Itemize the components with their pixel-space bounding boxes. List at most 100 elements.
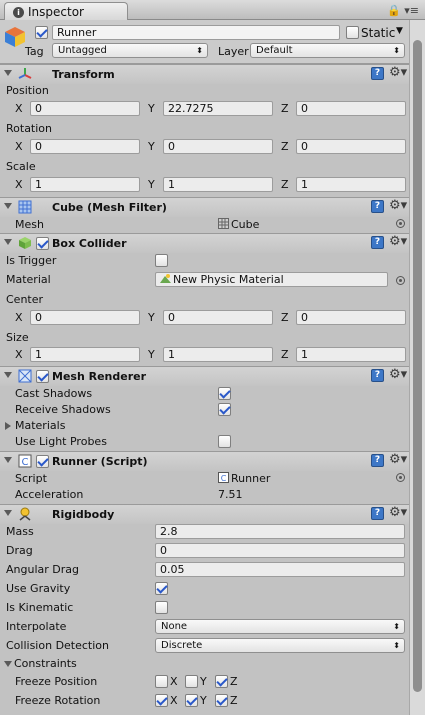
foldout-arrow-icon[interactable] [4,203,12,209]
freeze-position-y-checkbox[interactable] [185,675,198,688]
use-gravity-label: Use Gravity [6,582,71,595]
mesh-renderer-enabled-checkbox[interactable] [36,370,49,383]
cast-shadows-checkbox[interactable] [218,387,231,400]
gear-icon[interactable]: ⚙▾ [389,234,407,249]
gear-icon[interactable]: ⚙▾ [389,505,407,520]
foldout-arrow-icon[interactable] [4,457,12,463]
layer-value: Default [256,45,293,56]
size-y-field[interactable]: 1 [163,347,273,362]
foldout-arrow-icon[interactable] [4,372,12,378]
collision-detection-dropdown[interactable]: Discrete ⬍ [155,638,405,653]
layer-dropdown[interactable]: Default ⬍ [250,43,405,58]
script-value: Runner [231,472,271,485]
transform-header[interactable]: Transform ? ⚙▾ [0,64,409,84]
mesh-renderer-header[interactable]: Mesh Renderer ? ⚙▾ [0,366,409,386]
rotation-z-field[interactable]: 0 [296,139,406,154]
object-picker-icon[interactable] [396,219,405,228]
mass-field[interactable]: 2.8 [155,524,405,539]
mesh-filter-header[interactable]: Cube (Mesh Filter) ? ⚙▾ [0,197,409,217]
receive-shadows-checkbox[interactable] [218,403,231,416]
runner-script-enabled-checkbox[interactable] [36,455,49,468]
freeze-rotation-y-checkbox[interactable] [185,694,198,707]
freeze-position-x-checkbox[interactable] [155,675,168,688]
center-z-field[interactable]: 0 [296,310,406,325]
scale-z-field[interactable]: 1 [296,177,406,192]
scale-x-field[interactable]: 1 [30,177,140,192]
help-icon[interactable]: ? [371,369,384,382]
script-object-field[interactable]: C Runner [218,472,270,485]
box-collider-enabled-checkbox[interactable] [36,237,49,250]
gameobject-header: Runner Static ▼ Tag Untagged ⬍ Layer Defa… [0,20,409,64]
gameobject-active-checkbox[interactable] [35,26,48,39]
static-checkbox[interactable] [346,26,359,39]
static-dropdown-arrow-icon[interactable]: ▼ [396,26,403,36]
y-label: Y [148,102,155,115]
foldout-arrow-icon[interactable] [4,70,12,76]
gear-icon[interactable]: ⚙▾ [389,65,407,80]
interpolate-row: Interpolate None ⬍ [0,619,409,635]
gear-icon[interactable]: ⚙▾ [389,367,407,382]
receive-shadows-row: Receive Shadows [0,402,409,418]
rigidbody-header[interactable]: Rigidbody ? ⚙▾ [0,504,409,524]
freeze-position-z-checkbox[interactable] [215,675,228,688]
use-gravity-checkbox[interactable] [155,582,168,595]
drag-row: Drag 0 [0,543,409,559]
help-icon[interactable]: ? [371,454,384,467]
center-label-row: Center [0,292,409,308]
tag-dropdown[interactable]: Untagged ⬍ [52,43,208,58]
transform-axes-icon [18,68,32,79]
box-collider-header[interactable]: Box Collider ? ⚙▾ [0,233,409,253]
help-icon[interactable]: ? [371,236,384,249]
is-kinematic-row: Is Kinematic [0,600,409,616]
materials-row[interactable]: Materials [0,418,409,434]
drag-field[interactable]: 0 [155,543,405,558]
materials-foldout-arrow-icon[interactable] [5,422,11,430]
freeze-rotation-x-checkbox[interactable] [155,694,168,707]
tab-menu-icons[interactable]: 🔒 ▾≡ [387,4,419,17]
scrollbar-thumb[interactable] [413,40,422,692]
use-light-probes-checkbox[interactable] [218,435,231,448]
object-picker-icon[interactable] [396,276,405,285]
gear-icon[interactable]: ⚙▾ [389,198,407,213]
rotation-x-field[interactable]: 0 [30,139,140,154]
inspector-tab[interactable]: i Inspector [4,2,128,21]
size-z-field[interactable]: 1 [296,347,406,362]
gameobject-name-field[interactable]: Runner [52,25,340,40]
position-z-field[interactable]: 0 [296,101,406,116]
angular-drag-field[interactable]: 0.05 [155,562,405,577]
center-y-field[interactable]: 0 [163,310,273,325]
dropdown-arrow-icon: ⬍ [196,46,203,55]
mesh-label: Mesh [15,218,44,231]
foldout-arrow-icon[interactable] [4,510,12,516]
mesh-object-field[interactable]: Cube [218,218,259,231]
help-icon[interactable]: ? [371,200,384,213]
constraints-row[interactable]: Constraints [0,656,409,672]
center-x-field[interactable]: 0 [30,310,140,325]
scale-y-field[interactable]: 1 [163,177,273,192]
size-x-field[interactable]: 1 [30,347,140,362]
is-trigger-checkbox[interactable] [155,254,168,267]
constraints-foldout-arrow-icon[interactable] [4,661,12,667]
foldout-arrow-icon[interactable] [4,239,12,245]
interpolate-dropdown[interactable]: None ⬍ [155,619,405,634]
object-picker-icon[interactable] [396,473,405,482]
x-label: X [170,675,178,688]
help-icon[interactable]: ? [371,67,384,80]
runner-script-header[interactable]: C Runner (Script) ? ⚙▾ [0,451,409,471]
freeze-rotation-z-checkbox[interactable] [215,694,228,707]
material-object-field[interactable]: New Physic Material [155,272,388,287]
gameobject-cube-icon [5,27,25,47]
gear-icon[interactable]: ⚙▾ [389,452,407,467]
is-kinematic-label: Is Kinematic [6,601,74,614]
svg-text:C: C [221,474,227,483]
position-x-field[interactable]: 0 [30,101,140,116]
position-y-field[interactable]: 22.7275 [163,101,273,116]
help-icon[interactable]: ? [371,507,384,520]
receive-shadows-label: Receive Shadows [15,403,111,416]
rotation-y-field[interactable]: 0 [163,139,273,154]
mesh-renderer-icon [18,369,32,383]
angular-drag-row: Angular Drag 0.05 [0,562,409,578]
acceleration-value[interactable]: 7.51 [218,488,243,501]
is-kinematic-checkbox[interactable] [155,601,168,614]
vertical-scrollbar[interactable] [409,20,425,715]
